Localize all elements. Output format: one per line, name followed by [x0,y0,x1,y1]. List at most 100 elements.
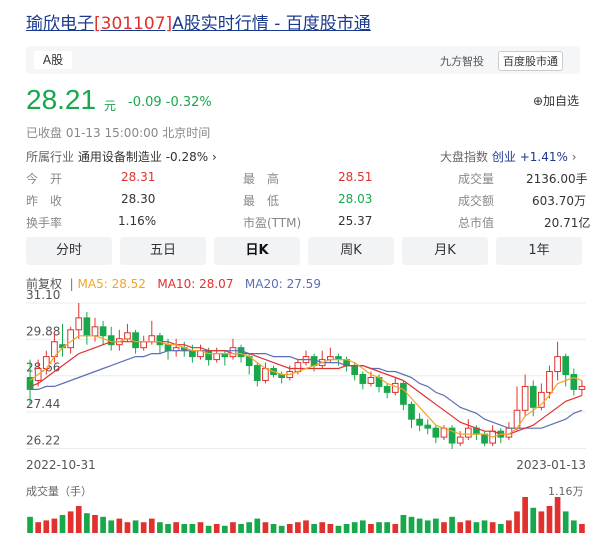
candle-body [132,332,139,349]
candle-body [124,332,131,340]
volume-bar [570,520,577,533]
volume-bar [43,520,50,533]
candle-body [570,374,578,390]
candle-body [75,317,83,331]
volume-bar [514,511,520,533]
volume-bar [27,516,33,533]
volume-bar [262,522,269,533]
candle-body [229,347,237,358]
volume-bar [270,524,277,533]
volume-bar [295,522,301,533]
candle-body [253,365,261,381]
candlestick-chart[interactable]: 31.1029.8828.6627.4426.222022-10-312023-… [0,0,606,541]
candle-body [456,436,464,444]
volume-bar [506,520,512,533]
candle-body [391,382,399,393]
volume-bar [538,511,545,533]
volume-bar [424,520,431,533]
volume-bar [465,520,472,533]
volume-bar [84,513,90,533]
volume-bar [59,515,66,533]
candle-body [262,368,269,381]
y-tick-label: 31.10 [26,288,60,302]
volume-bar [189,524,196,533]
volume-bar [92,515,98,533]
volume-bar [546,506,553,533]
candle-body [554,356,561,373]
volume-bar [278,525,285,533]
volume-bar [481,520,488,533]
volume-bar [392,524,399,533]
volume-bar [254,518,261,533]
volume-bar [408,516,415,533]
volume-bar [148,518,155,533]
volume-bar [335,525,342,533]
candle-body [42,356,50,370]
volume-bar [359,520,366,533]
volume-bar [343,524,350,533]
volume-bar [554,497,561,533]
volume-bar [222,525,228,533]
candle-body [424,424,432,429]
volume-bar [489,522,496,533]
volume-bar [384,522,390,533]
volume-bar [35,522,42,533]
volume-bar [579,524,585,533]
volume-bar [238,524,244,533]
volume-bar [100,516,106,533]
volume-bar [173,522,179,533]
candle-body [562,356,570,376]
volume-bar [140,522,147,533]
volume-bar [449,516,455,533]
volume-bar [562,511,569,533]
candle-body [464,427,472,438]
volume-bar [181,524,188,533]
volume-bar [67,511,74,533]
volume-bar [157,522,163,533]
candle-body [140,341,148,349]
candle-body [205,350,212,361]
volume-bar [530,507,537,533]
candle-body [156,335,164,346]
volume-bar [286,524,293,533]
volume-bar [327,524,334,533]
volume-bar [205,525,212,533]
x-start-label: 2022-10-31 [26,458,96,472]
candle-body [189,350,196,358]
candle-body [83,317,91,337]
volume-bar [51,518,58,533]
volume-title: 成交量（手） [26,485,92,498]
candle-body [546,371,553,393]
volume-bar [132,520,139,533]
volume-bar [116,518,123,533]
volume-bar [303,520,309,533]
x-end-label: 2023-01-13 [516,458,586,472]
candle-body [91,326,99,337]
volume-bar [319,522,326,533]
candle-body [99,326,107,337]
candle-body [237,347,245,358]
volume-bar [473,522,480,533]
volume-bar [246,522,253,533]
volume-bar [433,518,439,533]
volume-max-label: 1.16万 [548,485,584,498]
volume-bar [124,522,131,533]
candle-body [383,385,391,393]
candle-body [67,329,74,349]
volume-bar [213,524,220,533]
volume-bar [108,520,115,533]
candle-body [416,418,423,426]
candle-body [578,385,586,390]
candle-body [213,353,221,361]
volume-bar [197,522,204,533]
candle-body [359,374,367,384]
y-tick-label: 27.44 [26,397,60,411]
volume-bar [497,524,504,533]
volume-bar [230,522,236,533]
candle-body [164,344,172,352]
candle-body [148,335,156,343]
candle-body [408,403,415,420]
volume-bar [311,524,317,533]
candle-body [521,385,529,411]
y-tick-label: 29.88 [26,324,60,338]
